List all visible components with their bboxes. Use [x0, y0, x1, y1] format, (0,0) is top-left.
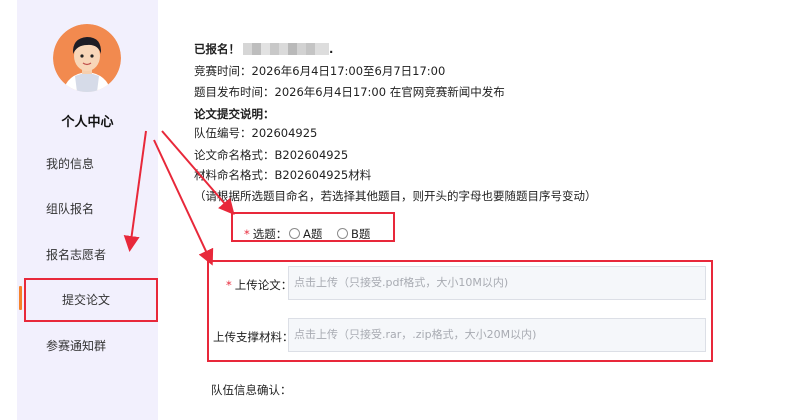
arrow-to-volunteer [123, 130, 147, 252]
annotation-arrows [123, 130, 235, 266]
arrow-to-topic [161, 130, 235, 216]
arrow-to-upload [153, 139, 214, 266]
